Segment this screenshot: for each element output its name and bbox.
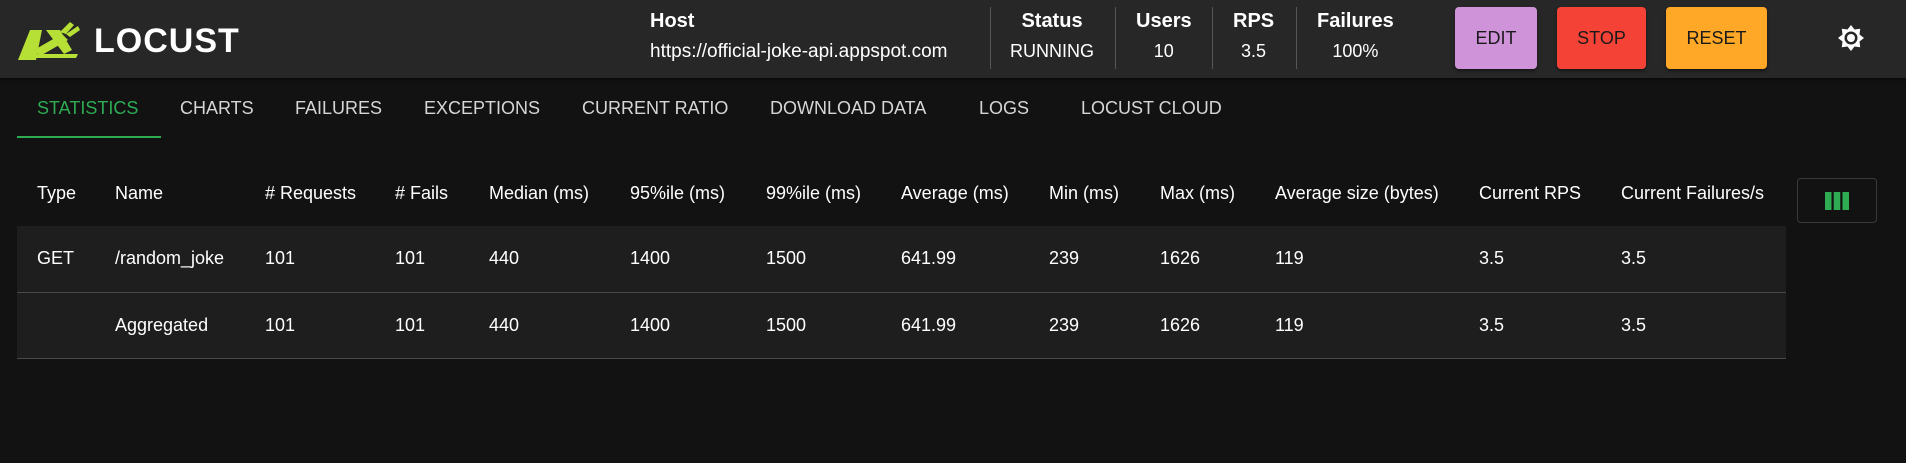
cell-average: 641.99 [901, 248, 957, 269]
cell-max: 1626 [1160, 314, 1201, 335]
cell-99ile: 1500 [766, 248, 807, 269]
app-name: LOCUST [94, 21, 240, 60]
header-divider [990, 7, 991, 69]
tab-bar: STATISTICS CHARTS FAILURES EXCEPTIONS CU… [0, 78, 1906, 138]
cell-average-size: 119 [1275, 314, 1304, 335]
users-value: 10 [1153, 41, 1174, 61]
failures-value: 100% [1332, 41, 1379, 61]
cell-95ile: 1400 [630, 248, 671, 269]
cell-min: 239 [1049, 248, 1080, 269]
stop-button[interactable]: STOP [1557, 7, 1646, 69]
cell-current-failures: 3.5 [1621, 314, 1647, 335]
cell-type: GET [37, 248, 75, 269]
theme-toggle-button[interactable] [1836, 23, 1866, 53]
tab-download-data[interactable]: DOWNLOAD DATA [750, 78, 946, 138]
rps-stat: RPS 3.5 [1233, 10, 1274, 68]
column-header-type[interactable]: Type [17, 160, 95, 226]
status-value: RUNNING [1010, 41, 1094, 61]
table-row: GET /random_joke 101 101 440 1400 1500 6… [17, 226, 1786, 292]
cell-min: 239 [1049, 314, 1080, 335]
cell-median: 440 [489, 248, 520, 269]
tab-charts[interactable]: CHARTS [160, 78, 274, 138]
brightness-icon [1838, 25, 1864, 51]
cell-current-rps: 3.5 [1479, 248, 1505, 269]
view-column-icon [1825, 191, 1849, 210]
cell-name: Aggregated [115, 314, 209, 335]
column-selector-button[interactable] [1797, 178, 1877, 223]
cell-average-size: 119 [1275, 248, 1304, 269]
tab-failures[interactable]: FAILURES [275, 78, 402, 138]
cell-current-failures: 3.5 [1621, 248, 1647, 269]
failures-label: Failures [1317, 10, 1394, 32]
column-header-current-failures[interactable]: Current Failures/s [1601, 160, 1786, 226]
header-divider [1115, 7, 1116, 69]
edit-button[interactable]: EDIT [1455, 7, 1537, 69]
status-label: Status [1021, 10, 1083, 32]
reset-button[interactable]: RESET [1666, 7, 1767, 69]
column-header-95ile[interactable]: 95%ile (ms) [610, 160, 746, 226]
tab-current-ratio[interactable]: CURRENT RATIO [562, 78, 748, 138]
active-tab-indicator [17, 136, 161, 138]
cell-type [17, 292, 95, 358]
failures-stat: Failures 100% [1317, 10, 1394, 68]
host-value: https://official-joke-api.appspot.com [650, 41, 948, 62]
table-row: Aggregated 101 101 440 1400 1500 641.99 … [17, 292, 1786, 358]
tab-logs[interactable]: LOGS [959, 78, 1049, 138]
cell-fails: 101 [395, 248, 426, 269]
cell-requests: 101 [265, 314, 296, 335]
cell-requests: 101 [265, 248, 296, 269]
column-header-max[interactable]: Max (ms) [1140, 160, 1255, 226]
cell-median: 440 [489, 314, 520, 335]
column-header-min[interactable]: Min (ms) [1029, 160, 1140, 226]
rps-label: RPS [1233, 10, 1275, 32]
users-stat: Users 10 [1136, 10, 1192, 68]
tab-exceptions[interactable]: EXCEPTIONS [404, 78, 560, 138]
column-header-99ile[interactable]: 99%ile (ms) [746, 160, 881, 226]
column-header-name[interactable]: Name [95, 160, 245, 226]
column-header-current-rps[interactable]: Current RPS [1459, 160, 1601, 226]
column-header-average[interactable]: Average (ms) [881, 160, 1029, 226]
header-divider [1296, 7, 1297, 69]
cell-fails: 101 [395, 314, 426, 335]
app-header: LOCUST Host https://official-joke-api.ap… [0, 0, 1906, 78]
column-header-median[interactable]: Median (ms) [469, 160, 610, 226]
status-stat: Status RUNNING [1010, 10, 1094, 68]
cell-current-rps: 3.5 [1479, 314, 1505, 335]
host-label: Host [650, 10, 695, 32]
table-header-row: Type Name # Requests # Fails Median (ms)… [17, 160, 1786, 226]
column-header-average-size[interactable]: Average size (bytes) [1255, 160, 1459, 226]
cell-average: 641.99 [901, 314, 957, 335]
locust-logo-icon [18, 22, 80, 60]
rps-value: 3.5 [1241, 41, 1267, 61]
cell-max: 1626 [1160, 248, 1201, 269]
tab-locust-cloud[interactable]: LOCUST CLOUD [1061, 78, 1242, 138]
locust-logo[interactable]: LOCUST [16, 20, 240, 62]
tab-statistics[interactable]: STATISTICS [17, 78, 158, 138]
header-divider [1212, 7, 1213, 69]
cell-name: /random_joke [115, 248, 225, 269]
statistics-table-container: Type Name # Requests # Fails Median (ms)… [17, 160, 1786, 359]
cell-95ile: 1400 [630, 314, 671, 335]
column-header-fails[interactable]: # Fails [375, 160, 469, 226]
cell-99ile: 1500 [766, 314, 807, 335]
host-stat: Host https://official-joke-api.appspot.c… [650, 10, 947, 68]
column-header-requests[interactable]: # Requests [245, 160, 375, 226]
statistics-table: Type Name # Requests # Fails Median (ms)… [17, 160, 1786, 359]
users-label: Users [1136, 10, 1192, 32]
